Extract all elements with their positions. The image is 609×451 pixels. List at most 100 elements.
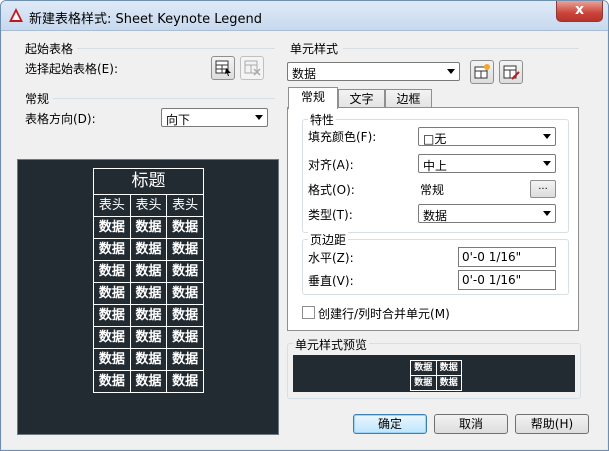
cell-style-group-label: 单元样式	[290, 42, 339, 56]
chevron-down-icon	[255, 115, 263, 120]
type-select[interactable]: 数据	[418, 204, 556, 223]
preview-table: 标题 表头 表头 表头 数据 数据 数据 数据 数据 数据 数据 数据 数据 数据 数据 数据 数据 数据…	[93, 168, 204, 393]
table-preview: 标题 表头 表头 表头 数据 数据 数据 数据 数据 数据 数据 数据 数据 数据 数据 数据 数据 数据…	[17, 159, 279, 435]
cell-style-select[interactable]: 数据	[287, 62, 460, 81]
preview-data-cell: 数据	[131, 305, 168, 326]
properties-group-label: 特性	[308, 111, 337, 128]
preview-data-row: 数据 数据 数据	[94, 371, 203, 392]
tab-panel-general: 特性 填充颜色(F): □无 对齐(A): 中上 格式(O): 常规 ... 类…	[287, 107, 579, 331]
preview-data-cell: 数据	[94, 305, 131, 326]
preview-header-row: 表头 表头 表头	[94, 195, 203, 217]
preview-data-cell: 数据	[172, 352, 199, 367]
preview-data-cell: 数据	[131, 371, 168, 392]
preview-header-cell: 表头	[172, 198, 199, 213]
preview-data-cell: 数据	[94, 349, 131, 370]
select-start-table-label: 选择起始表格(E):	[25, 62, 118, 76]
preview-title: 标题	[94, 169, 203, 195]
preview-data-row: 数据 数据 数据	[94, 239, 203, 261]
title-bar[interactable]: 新建表格样式: Sheet Keynote Legend x	[1, 1, 608, 31]
preview-data-cell: 数据	[94, 283, 131, 304]
alignment-select[interactable]: 中上	[418, 154, 556, 173]
format-browse-button[interactable]: ...	[530, 180, 556, 198]
tab-general[interactable]: 常规	[288, 87, 338, 109]
horizontal-margin-label: 水平(Z):	[308, 251, 354, 265]
preview-data-row: 数据 数据 数据	[94, 283, 203, 305]
preview-data-row: 数据 数据 数据	[94, 217, 203, 239]
help-button[interactable]: 帮助(H)	[515, 414, 589, 434]
manage-styles-icon	[503, 65, 520, 80]
cell-preview-row: 数据 数据	[411, 376, 461, 390]
vertical-margin-value: 0'-0 1/16"	[462, 273, 522, 287]
select-start-table-button[interactable]	[211, 56, 235, 80]
preview-data-cell: 数据	[131, 217, 168, 238]
autocad-logo-icon	[9, 8, 23, 22]
chevron-down-icon	[543, 161, 551, 166]
cell-style-preview: 数据 数据 数据 数据	[293, 355, 575, 392]
merge-cells-label: 创建行/列时合并单元(M)	[318, 307, 450, 321]
preview-data-cell: 数据	[131, 327, 168, 348]
table-remove-icon	[244, 60, 261, 76]
group-divider	[343, 48, 579, 49]
table-direction-value: 向下	[166, 113, 191, 127]
format-value: 常规	[420, 183, 445, 197]
format-label: 格式(O):	[308, 183, 355, 197]
preview-data-cell: 数据	[94, 371, 131, 392]
merge-cells-checkbox[interactable]	[302, 306, 315, 319]
preview-data-row: 数据 数据 数据	[94, 327, 203, 349]
preview-data-cell: 数据	[94, 239, 131, 260]
cell-style-value: 数据	[292, 67, 317, 81]
chevron-down-icon	[543, 211, 551, 216]
margins-group-label: 页边距	[308, 231, 349, 248]
preview-data-row: 数据 数据 数据	[94, 349, 203, 371]
manage-cell-styles-button[interactable]	[499, 60, 523, 84]
tab-borders[interactable]: 边框	[385, 89, 432, 108]
preview-data-cell: 数据	[172, 330, 199, 345]
fill-color-label: 填充颜色(F):	[308, 130, 377, 144]
chevron-down-icon	[447, 69, 455, 74]
close-button[interactable]: x	[556, 1, 603, 22]
group-divider	[77, 48, 275, 49]
tab-text[interactable]: 文字	[338, 89, 385, 108]
cell-preview-group-label: 单元样式预览	[293, 336, 370, 353]
preview-data-cell: 数据	[172, 242, 199, 257]
horizontal-margin-input[interactable]: 0'-0 1/16"	[458, 247, 556, 267]
cancel-button[interactable]: 取消	[434, 414, 508, 434]
preview-data-cell: 数据	[172, 286, 199, 301]
preview-header-cell: 表头	[94, 195, 131, 216]
group-divider	[53, 98, 275, 99]
close-icon: x	[574, 2, 585, 18]
new-style-icon	[474, 64, 490, 79]
preview-data-cell: 数据	[172, 264, 199, 279]
cell-preview-cell: 数据	[411, 376, 437, 390]
fill-color-select[interactable]: □无	[418, 127, 556, 146]
preview-data-cell: 数据	[172, 220, 199, 235]
preview-data-cell: 数据	[172, 308, 199, 323]
ok-button[interactable]: 确定	[353, 414, 427, 434]
type-value: 数据	[423, 209, 448, 223]
cell-preview-row: 数据 数据	[411, 361, 461, 376]
type-label: 类型(T):	[308, 208, 353, 222]
dialog-window: 新建表格样式: Sheet Keynote Legend x 起始表格 选择起始…	[0, 0, 609, 451]
new-cell-style-button[interactable]	[470, 60, 494, 84]
cell-preview-cell: 数据	[439, 363, 458, 373]
preview-data-row: 数据 数据 数据	[94, 305, 203, 327]
vertical-margin-label: 垂直(V):	[308, 274, 354, 288]
preview-data-cell: 数据	[172, 374, 199, 389]
preview-data-cell: 数据	[131, 261, 168, 282]
alignment-value: 中上	[423, 159, 448, 173]
preview-data-cell: 数据	[131, 239, 168, 260]
table-direction-select[interactable]: 向下	[161, 108, 268, 127]
cell-preview-cell: 数据	[411, 361, 437, 375]
table-select-icon	[215, 60, 231, 76]
chevron-down-icon	[543, 134, 551, 139]
preview-data-cell: 数据	[131, 283, 168, 304]
preview-data-cell: 数据	[94, 327, 131, 348]
alignment-label: 对齐(A):	[308, 158, 354, 172]
remove-start-table-button[interactable]	[240, 56, 264, 80]
general-group-label: 常规	[25, 92, 50, 106]
preview-data-cell: 数据	[94, 217, 131, 238]
fill-color-value: □无	[423, 132, 447, 146]
preview-data-cell: 数据	[131, 349, 168, 370]
vertical-margin-input[interactable]: 0'-0 1/16"	[458, 270, 556, 290]
table-direction-label: 表格方向(D):	[25, 112, 96, 126]
